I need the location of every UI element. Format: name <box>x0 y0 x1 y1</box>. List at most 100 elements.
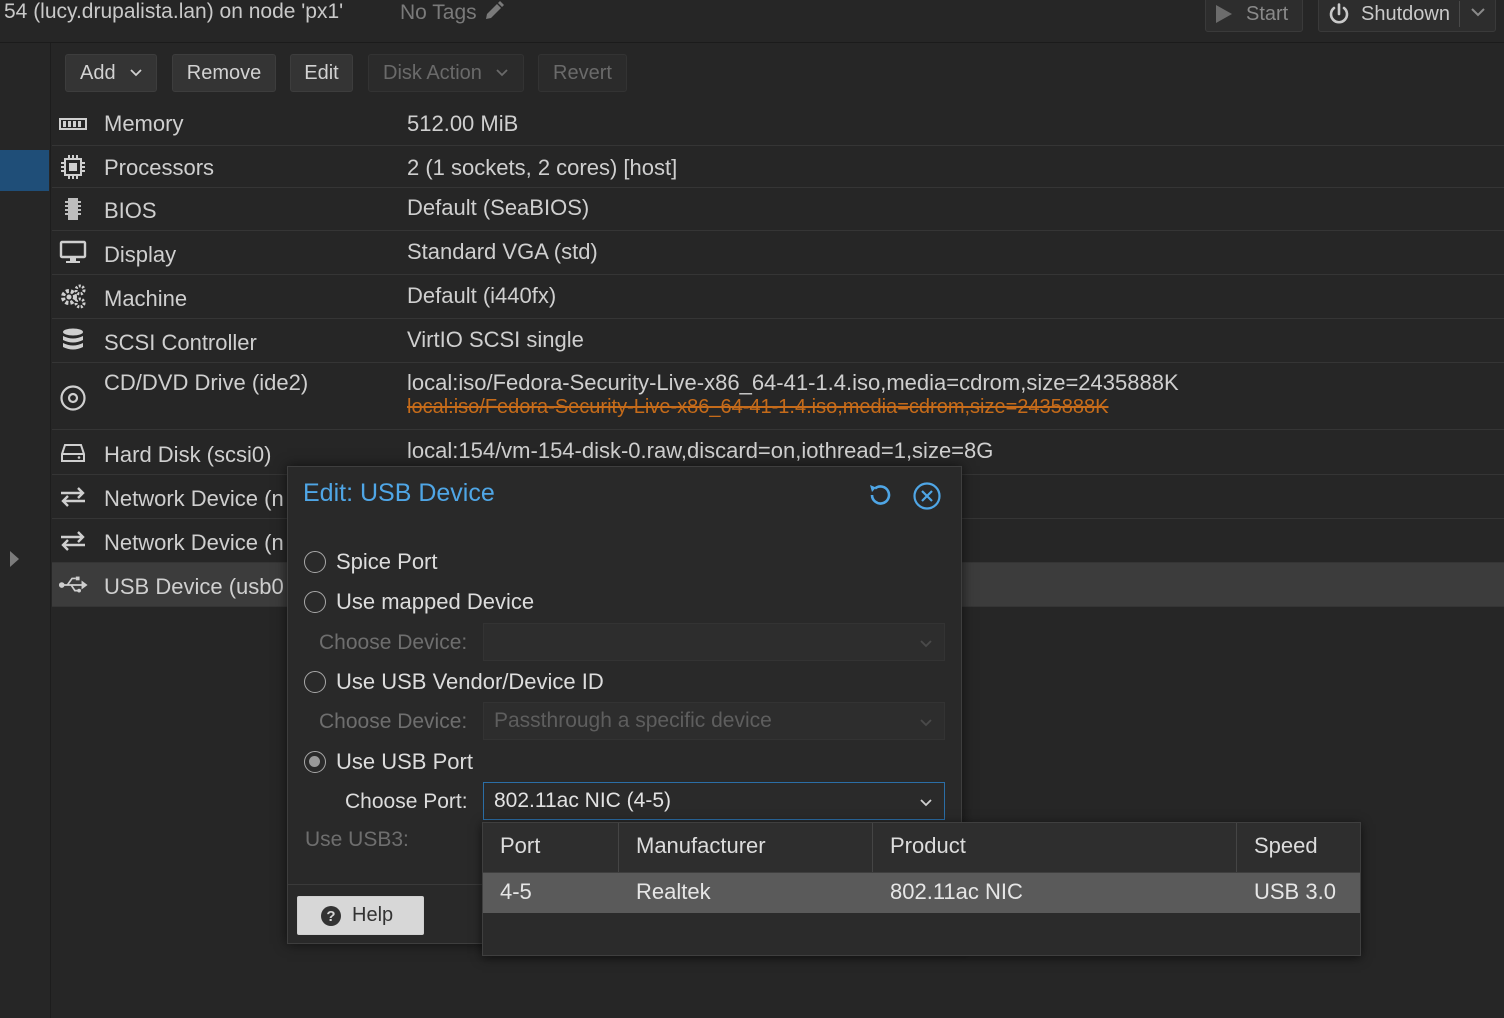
hardware-row-scsi-controller[interactable]: SCSI Controller VirtIO SCSI single <box>52 319 1504 363</box>
processor-icon <box>58 152 88 182</box>
revert-button[interactable]: Revert <box>538 54 627 92</box>
hardware-row-processors[interactable]: Processors 2 (1 sockets, 2 cores) [host] <box>52 146 1504 188</box>
hardware-name: Network Device (n <box>104 486 284 511</box>
mapped-device-select[interactable] <box>483 623 945 661</box>
power-icon <box>1329 3 1349 24</box>
column-header-port[interactable]: Port <box>483 823 619 872</box>
nav-selected-indicator[interactable] <box>0 150 49 191</box>
hardware-name: Hard Disk (scsi0) <box>104 442 272 467</box>
radio-label: Use mapped Device <box>336 589 535 614</box>
hardware-row-memory[interactable]: Memory 512.00 MiB <box>52 101 1504 146</box>
column-header-manufacturer[interactable]: Manufacturer <box>619 823 873 872</box>
help-label: Help <box>352 904 394 926</box>
pencil-icon[interactable] <box>483 0 505 22</box>
cell-manufacturer: Realtek <box>636 879 711 904</box>
radio-label: Spice Port <box>336 549 438 574</box>
close-icon[interactable] <box>912 481 942 517</box>
remove-button[interactable]: Remove <box>172 54 276 92</box>
cell-product: 802.11ac NIC <box>890 879 1023 904</box>
choose-port-label: Choose Port: <box>345 790 468 813</box>
radio-usb-port[interactable]: Use USB Port <box>304 749 473 775</box>
expand-arrow-icon[interactable] <box>10 551 19 567</box>
radio-button-selected[interactable] <box>304 751 326 773</box>
start-label: Start <box>1246 2 1289 25</box>
cell-port: 4-5 <box>500 879 532 904</box>
edit-button[interactable]: Edit <box>290 54 353 92</box>
cdrom-icon <box>58 383 88 413</box>
split-divider <box>1459 1 1460 27</box>
hardware-row-cd-dvd[interactable]: CD/DVD Drive (ide2) local:iso/Fedora-Sec… <box>52 363 1504 430</box>
tags-area[interactable]: No Tags <box>400 0 505 25</box>
hardware-name: USB Device (usb0 <box>104 574 284 599</box>
disk-action-button[interactable]: Disk Action <box>368 54 524 92</box>
dialog-title: Edit: USB Device <box>303 479 495 507</box>
radio-mapped-device[interactable]: Use mapped Device <box>304 589 534 615</box>
hardware-value: local:154/vm-154-disk-0.raw,discard=on,i… <box>407 438 994 463</box>
shutdown-label: Shutdown <box>1361 2 1450 25</box>
disk-action-label: Disk Action <box>383 61 482 84</box>
gears-icon <box>58 281 88 311</box>
radio-spice-port[interactable]: Spice Port <box>304 549 438 575</box>
hardware-value: Default (SeaBIOS) <box>407 195 590 220</box>
chevron-down-icon[interactable] <box>918 795 934 811</box>
vendor-device-placeholder: Passthrough a specific device <box>494 709 772 732</box>
hardware-value: Standard VGA (std) <box>407 239 598 264</box>
radio-label: Use USB Vendor/Device ID <box>336 669 604 694</box>
start-button[interactable]: Start <box>1205 0 1303 32</box>
hardware-row-bios[interactable]: BIOS Default (SeaBIOS) <box>52 188 1504 231</box>
network-icon <box>58 526 88 556</box>
hardware-name: Machine <box>104 286 188 311</box>
vendor-device-label: Choose Device: <box>319 710 468 733</box>
reset-icon[interactable] <box>866 481 894 515</box>
cell-speed: USB 3.0 <box>1254 879 1336 904</box>
database-icon <box>58 326 88 356</box>
hardware-name: Display <box>104 242 177 267</box>
hardware-name: Memory <box>104 111 184 136</box>
port-picker-dropdown: Port Manufacturer Product Speed 4-5 Real… <box>482 822 1361 956</box>
hardware-value: 512.00 MiB <box>407 111 519 136</box>
radio-button[interactable] <box>304 591 326 613</box>
hardware-name: Processors <box>104 155 215 180</box>
column-header-product[interactable]: Product <box>873 823 1237 872</box>
chevron-down-icon <box>496 69 508 77</box>
hardware-toolbar: Add Remove Edit Disk Action Revert <box>52 43 1504 101</box>
question-circle-icon: ? <box>321 905 341 926</box>
vm-title: 54 (lucy.drupalista.lan) on node 'px1' <box>4 0 344 23</box>
use-usb3-label: Use USB3: <box>305 828 409 851</box>
choose-port-select[interactable]: 802.11ac NIC (4-5) <box>483 782 945 820</box>
hardware-name: Network Device (n <box>104 530 284 555</box>
tags-label: No Tags <box>400 1 477 24</box>
chevron-down-icon <box>920 719 932 727</box>
choose-port-value: 802.11ac NIC (4-5) <box>494 789 672 812</box>
radio-vendor-device-id[interactable]: Use USB Vendor/Device ID <box>304 669 604 695</box>
add-button[interactable]: Add <box>65 54 157 92</box>
pending-value: local:iso/Fedora-Security-Live-x86_64-41… <box>407 396 1109 418</box>
hardware-row-machine[interactable]: Machine Default (i440fx) <box>52 275 1504 319</box>
display-icon <box>58 237 88 267</box>
add-label: Add <box>80 61 116 84</box>
chevron-down-icon <box>920 640 932 648</box>
column-header-speed[interactable]: Speed <box>1237 823 1360 872</box>
help-button[interactable]: ? Help <box>297 896 424 935</box>
hardware-name: BIOS <box>104 198 157 223</box>
picker-header: Port Manufacturer Product Speed <box>483 823 1360 873</box>
play-icon <box>1216 5 1232 23</box>
mapped-device-label: Choose Device: <box>319 631 468 654</box>
hardware-value: local:iso/Fedora-Security-Live-x86_64-41… <box>407 370 1179 395</box>
chevron-down-icon <box>129 69 142 77</box>
table-row[interactable]: 4-5 Realtek 802.11ac NIC USB 3.0 <box>483 873 1360 913</box>
shutdown-button[interactable]: Shutdown <box>1318 0 1496 32</box>
radio-button[interactable] <box>304 551 326 573</box>
hardware-row-display[interactable]: Display Standard VGA (std) <box>52 231 1504 275</box>
hardware-name: SCSI Controller <box>104 330 257 355</box>
hardware-value: 2 (1 sockets, 2 cores) [host] <box>407 155 678 180</box>
left-nav-rail <box>0 43 51 1018</box>
hardware-value: VirtIO SCSI single <box>407 327 584 352</box>
chevron-down-icon[interactable] <box>1469 3 1487 27</box>
usb-icon <box>58 570 88 600</box>
radio-button[interactable] <box>304 671 326 693</box>
vm-header: 54 (lucy.drupalista.lan) on node 'px1' N… <box>0 0 1504 43</box>
vendor-device-select[interactable]: Passthrough a specific device <box>483 702 945 740</box>
memory-icon <box>58 109 88 139</box>
hardware-value: Default (i440fx) <box>407 283 557 308</box>
